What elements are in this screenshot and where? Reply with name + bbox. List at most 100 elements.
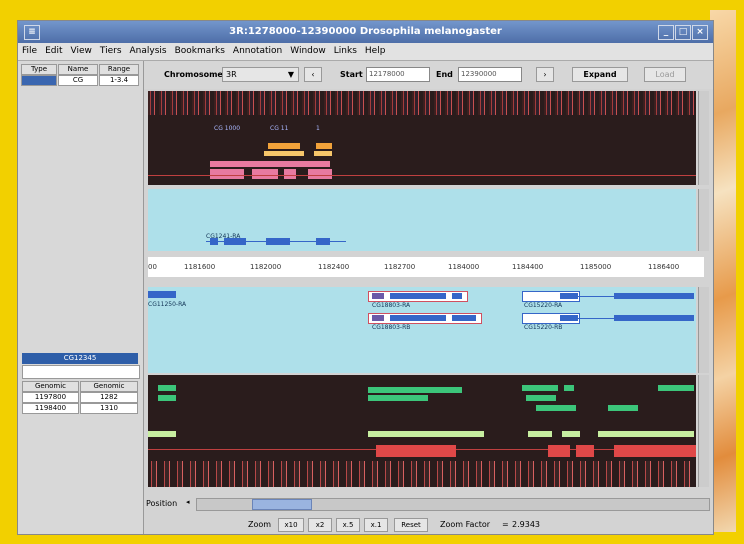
start-label: Start <box>340 70 363 79</box>
green-feature[interactable] <box>158 395 176 401</box>
exon[interactable] <box>210 238 218 245</box>
scrollbar-track-3[interactable] <box>698 287 709 373</box>
chromosome-label: Chromosome: <box>164 70 227 79</box>
orange-feature[interactable] <box>268 143 300 149</box>
exon[interactable] <box>372 293 384 299</box>
transcript-label: CG18803-RA <box>372 302 411 309</box>
light-green-feature[interactable] <box>368 431 484 437</box>
maximize-icon[interactable]: □ <box>675 25 691 40</box>
green-feature[interactable] <box>158 385 176 391</box>
exon[interactable] <box>614 293 694 299</box>
menu-analysis[interactable]: Analysis <box>126 43 171 56</box>
exon[interactable] <box>452 293 462 299</box>
zoom-x2-button[interactable]: x2 <box>308 518 332 532</box>
scroll-thumb[interactable] <box>252 499 312 510</box>
zoom-x05-button[interactable]: x.5 <box>336 518 360 532</box>
exon[interactable] <box>390 315 446 321</box>
orange-feature[interactable] <box>264 151 304 156</box>
light-green-feature[interactable] <box>562 431 580 437</box>
load-button[interactable]: Load <box>644 67 686 82</box>
col-header-range[interactable]: Range <box>99 64 139 75</box>
exon[interactable] <box>560 293 578 299</box>
exon[interactable] <box>224 238 246 245</box>
evidence-track-top[interactable]: CG 1000 CG 11 1 <box>148 91 696 185</box>
scroll-left-icon[interactable]: ◂ <box>186 498 194 509</box>
pink-feature[interactable] <box>308 169 332 179</box>
feature-label: CG 1000 <box>214 125 241 132</box>
transcript-label: CG15220-RA <box>524 302 563 309</box>
exon[interactable] <box>390 293 446 299</box>
menu-bookmarks[interactable]: Bookmarks <box>171 43 229 56</box>
col-header-name[interactable]: Name <box>58 64 98 75</box>
coordinate-ruler[interactable]: 00 1181600 1182000 1182400 1182700 11840… <box>148 257 704 277</box>
genomic-cell[interactable]: 1198400 <box>22 403 79 414</box>
chromosome-select[interactable]: 3R ▼ <box>222 67 299 82</box>
scrollbar-track-2[interactable] <box>698 189 709 251</box>
orange-feature[interactable] <box>314 151 332 156</box>
close-icon[interactable]: × <box>692 25 708 40</box>
green-feature[interactable] <box>368 387 462 393</box>
red-feature[interactable] <box>576 445 594 457</box>
menu-view[interactable]: View <box>67 43 96 56</box>
evidence-track-bottom[interactable] <box>148 375 696 487</box>
end-input[interactable]: 12390000 <box>458 67 522 82</box>
red-feature[interactable] <box>376 445 456 457</box>
orange-feature[interactable] <box>316 143 332 149</box>
red-feature[interactable] <box>614 445 696 457</box>
range-cell[interactable]: 1-3.4 <box>99 75 139 86</box>
type-cell[interactable] <box>21 75 57 86</box>
green-feature[interactable] <box>526 395 556 401</box>
pink-feature[interactable] <box>210 169 244 179</box>
start-input[interactable]: 12178000 <box>366 67 430 82</box>
scrollbar-track-1[interactable] <box>698 91 709 185</box>
green-feature[interactable] <box>564 385 574 391</box>
menu-window[interactable]: Window <box>286 43 330 56</box>
menu-edit[interactable]: Edit <box>41 43 66 56</box>
exon[interactable] <box>452 315 476 321</box>
genomic-cell[interactable]: 1197800 <box>22 392 79 403</box>
light-green-feature[interactable] <box>598 431 694 437</box>
genomic-header-1: Genomic <box>22 381 79 392</box>
menu-help[interactable]: Help <box>361 43 390 56</box>
name-cell[interactable]: CG <box>58 75 98 86</box>
pink-feature[interactable] <box>210 161 330 167</box>
end-label: End <box>436 70 453 79</box>
red-feature[interactable] <box>548 445 570 457</box>
col-header-type[interactable]: Type <box>21 64 57 75</box>
selected-feature-field[interactable] <box>22 365 140 379</box>
light-green-feature[interactable] <box>528 431 552 437</box>
annotation-track-reverse[interactable]: CG11250-RA CG18803-RA CG18803-RB CG15220… <box>148 287 696 373</box>
exon[interactable] <box>266 238 290 245</box>
green-feature[interactable] <box>522 385 558 391</box>
menu-file[interactable]: File <box>18 43 41 56</box>
exon[interactable] <box>614 315 694 321</box>
zoom-x01-button[interactable]: x.1 <box>364 518 388 532</box>
genomic-cell[interactable]: 1282 <box>80 392 138 403</box>
expand-button[interactable]: Expand <box>572 67 628 82</box>
pink-feature[interactable] <box>252 169 278 179</box>
transcript-label: CG11250-RA <box>148 301 187 308</box>
annotation-track-forward[interactable]: CG1241-RA <box>148 189 696 251</box>
exon[interactable] <box>372 315 384 321</box>
reset-button[interactable]: Reset <box>394 518 428 532</box>
forward-button[interactable]: › <box>536 67 554 82</box>
green-feature[interactable] <box>658 385 694 391</box>
green-feature[interactable] <box>368 395 428 401</box>
transcript-intron <box>578 296 614 297</box>
exon[interactable] <box>316 238 330 245</box>
scrollbar-track-4[interactable] <box>698 375 709 487</box>
exon[interactable] <box>560 315 578 321</box>
menu-tiers[interactable]: Tiers <box>96 43 126 56</box>
selected-feature-header[interactable]: CG12345 <box>22 353 138 364</box>
menu-links[interactable]: Links <box>330 43 361 56</box>
green-feature[interactable] <box>536 405 576 411</box>
green-feature[interactable] <box>608 405 638 411</box>
genomic-cell[interactable]: 1310 <box>80 403 138 414</box>
exon[interactable] <box>148 291 176 298</box>
light-green-feature[interactable] <box>148 431 176 437</box>
pink-feature[interactable] <box>284 169 296 179</box>
back-button[interactable]: ‹ <box>304 67 322 82</box>
zoom-x10-button[interactable]: x10 <box>278 518 304 532</box>
minimize-icon[interactable]: _ <box>658 25 674 40</box>
menu-annotation[interactable]: Annotation <box>229 43 286 56</box>
